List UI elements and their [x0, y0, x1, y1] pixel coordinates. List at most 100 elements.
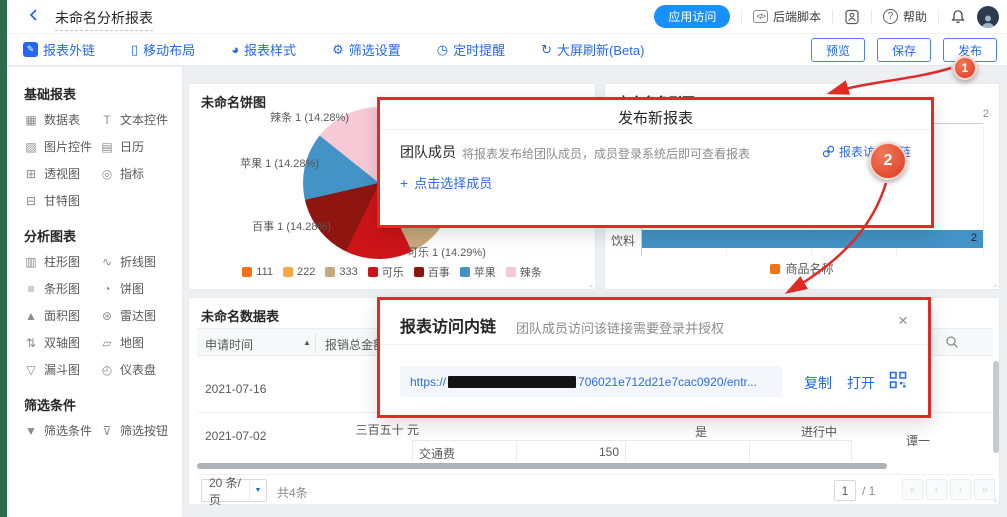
- widget-label: 甘特图: [44, 192, 80, 209]
- gridline: [983, 123, 984, 256]
- notifications-button[interactable]: [950, 9, 966, 25]
- sidebar-widget-item[interactable]: ▦ 数据表: [24, 111, 100, 128]
- divider: [871, 10, 872, 24]
- report-title[interactable]: 未命名分析报表: [55, 8, 153, 31]
- legend-item[interactable]: 222: [283, 266, 315, 278]
- sidebar-widget-item[interactable]: ▱ 地图: [100, 334, 176, 351]
- table-row-date[interactable]: 2021-07-02: [205, 429, 266, 443]
- sidebar-widget-item[interactable]: T 文本控件: [100, 111, 176, 128]
- resize-handle[interactable]: ⌟: [993, 493, 997, 504]
- sidebar-widget-item[interactable]: ▨ 图片控件: [24, 138, 100, 155]
- user-avatar[interactable]: [977, 6, 999, 28]
- toolbar-item-label: 报表外链: [43, 40, 95, 59]
- next-page-button[interactable]: ›: [950, 479, 971, 500]
- sidebar-widget-item[interactable]: ▲ 面积图: [24, 307, 100, 324]
- report-url-field[interactable]: https:// 706021e712d21e7cac0920/entr...: [400, 366, 782, 397]
- table-row-person[interactable]: 谭一: [906, 432, 930, 449]
- search-icon[interactable]: [945, 335, 959, 354]
- action-button[interactable]: 预览: [811, 38, 865, 62]
- table-row-date[interactable]: 2021-07-16: [205, 382, 266, 396]
- toolbar-item-icon: ▯: [131, 43, 138, 56]
- sidebar-widget-item[interactable]: ⊽ 筛选按钮: [100, 422, 176, 439]
- page-number-input[interactable]: 1: [834, 480, 856, 501]
- legend-item[interactable]: 苹果: [460, 264, 496, 280]
- page-size-select[interactable]: 20 条/页 ▼: [201, 479, 267, 502]
- backend-script-button[interactable]: </> 后端脚本: [753, 8, 821, 25]
- help-button[interactable]: ? 帮助: [883, 8, 927, 25]
- bar-series-rect[interactable]: [642, 230, 983, 248]
- prev-page-button[interactable]: ‹: [926, 479, 947, 500]
- toolbar-item-label: 报表样式: [244, 40, 296, 59]
- contacts-button[interactable]: [844, 9, 860, 25]
- close-icon[interactable]: ×: [898, 311, 908, 331]
- app-access-button[interactable]: 应用访问: [654, 5, 730, 28]
- sort-asc-icon[interactable]: ▲: [303, 338, 311, 347]
- widget-icon: ⊟: [24, 194, 38, 208]
- sidebar-widget-item[interactable]: ◔ 饼图: [100, 280, 176, 297]
- toolbar-item[interactable]: ◷ 定时提醒: [437, 40, 505, 59]
- horizontal-scrollbar[interactable]: [197, 463, 887, 469]
- resize-handle[interactable]: ⌟: [993, 278, 997, 289]
- sidebar-widget-item[interactable]: ∿ 折线图: [100, 253, 176, 270]
- legend-swatch: [368, 267, 378, 277]
- divider: [938, 10, 939, 24]
- page-size-value: 20 条/页: [202, 474, 249, 508]
- widget-label: 雷达图: [120, 307, 156, 324]
- subtable-border: [412, 440, 851, 441]
- sidebar-widget-item[interactable]: ▤ 日历: [100, 138, 176, 155]
- legend-item[interactable]: 百事: [414, 264, 450, 280]
- legend-item[interactable]: 辣条: [506, 264, 542, 280]
- widget-label: 数据表: [44, 111, 80, 128]
- column-header-date[interactable]: 申请时间: [205, 336, 253, 353]
- widget-label: 折线图: [120, 253, 156, 270]
- sidebar-widget-item[interactable]: ⊞ 透视图: [24, 165, 100, 182]
- first-page-button[interactable]: «: [902, 479, 923, 500]
- toolbar-item[interactable]: ✎ 报表外链: [23, 40, 95, 59]
- vertical-scrollbar[interactable]: [993, 361, 999, 453]
- back-button[interactable]: [27, 8, 43, 24]
- table-row-amount[interactable]: 三百五十 元: [317, 421, 419, 438]
- sidebar-widget-item[interactable]: ▼ 筛选条件: [24, 422, 100, 439]
- sidebar-widget-item[interactable]: ▽ 漏斗图: [24, 361, 100, 378]
- url-prefix: https://: [410, 375, 446, 389]
- subtable-expense-amount[interactable]: 150: [519, 445, 619, 459]
- add-member-button[interactable]: +点击选择成员: [400, 173, 492, 192]
- sidebar-widget-item[interactable]: ◴ 仪表盘: [100, 361, 176, 378]
- legend-item[interactable]: 111: [242, 266, 273, 278]
- qr-code-button[interactable]: [889, 371, 907, 394]
- column-header-amount[interactable]: 报销总金额: [325, 336, 385, 353]
- toolbar-item[interactable]: ◕ 报表样式: [231, 40, 296, 59]
- sidebar-widget-item[interactable]: ⇅ 双轴图: [24, 334, 100, 351]
- legend-item[interactable]: 可乐: [368, 264, 404, 280]
- toolbar-item[interactable]: ⚙ 筛选设置: [332, 40, 401, 59]
- topbar: 未命名分析报表 应用访问 </> 后端脚本 ? 帮助: [7, 0, 1007, 33]
- action-button[interactable]: 保存: [877, 38, 931, 62]
- widget-label: 漏斗图: [44, 361, 80, 378]
- table-row-flag[interactable]: 是: [695, 423, 707, 440]
- copy-button[interactable]: 复制: [804, 373, 832, 393]
- sidebar-widget-item[interactable]: ⊟ 甘特图: [24, 192, 100, 209]
- legend-label: 苹果: [474, 264, 496, 280]
- sidebar-widget-item[interactable]: ⊛ 雷达图: [100, 307, 176, 324]
- sidebar-widget-item[interactable]: ◎ 指标: [100, 165, 176, 182]
- toolbar-item[interactable]: ↻ 大屏刷新(Beta): [541, 40, 644, 59]
- subtable-expense-type[interactable]: 交通费: [419, 445, 455, 462]
- widget-icon: ⊛: [100, 309, 114, 323]
- legend-swatch: [506, 267, 516, 277]
- bar-axis-max: 2: [965, 108, 989, 120]
- toolbar-item-icon: ⚙: [332, 43, 344, 56]
- legend-item[interactable]: 333: [325, 266, 357, 278]
- sidebar-widget-item[interactable]: ▥ 柱形图: [24, 253, 100, 270]
- sidebar-widget-item[interactable]: ≡ 条形图: [24, 280, 100, 297]
- open-button[interactable]: 打开: [847, 373, 875, 393]
- toolbar-item[interactable]: ▯ 移动布局: [131, 40, 195, 59]
- resize-handle[interactable]: ⌟: [589, 278, 593, 289]
- legend-swatch: [460, 267, 470, 277]
- bar-legend[interactable]: 商品名称: [605, 260, 999, 277]
- widget-label: 透视图: [44, 165, 80, 182]
- redaction-bar: [448, 376, 576, 388]
- plus-icon: +: [400, 175, 408, 191]
- widget-icon: ▥: [24, 255, 38, 269]
- table-row-status[interactable]: 进行中: [801, 423, 837, 440]
- pie-label-latiao: 辣条 1 (14.28%): [229, 109, 349, 125]
